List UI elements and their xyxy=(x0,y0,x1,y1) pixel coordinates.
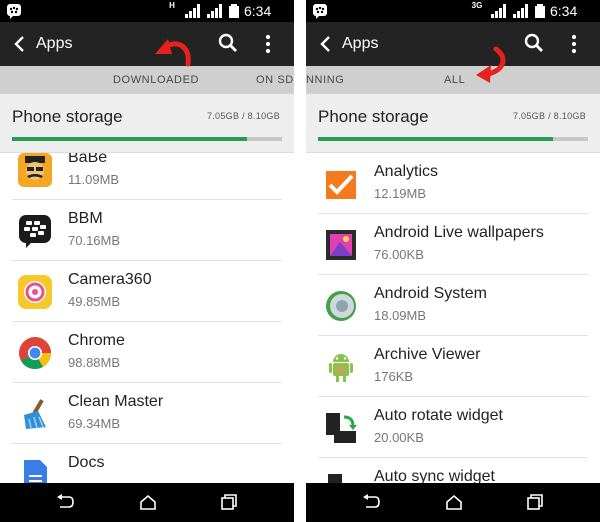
status-bar: H 6:34 PM xyxy=(0,0,294,35)
app-size: 176KB xyxy=(374,369,414,384)
app-name: Clean Master xyxy=(68,393,164,410)
recents-nav-icon[interactable] xyxy=(219,493,239,511)
back-nav-icon[interactable] xyxy=(55,493,75,511)
docs-icon xyxy=(24,460,47,483)
app-bar: Apps xyxy=(0,22,294,66)
app-list: Analytics 12.19MB Android Live wallpaper… xyxy=(306,153,600,483)
list-item[interactable]: Chrome 98.88MB xyxy=(0,322,294,383)
list-item[interactable]: Auto sync widget xyxy=(306,458,600,483)
back-nav-icon[interactable] xyxy=(361,493,381,511)
storage-progress-track xyxy=(318,137,588,141)
app-size: 20.00KB xyxy=(374,430,424,445)
back-arrow-icon[interactable] xyxy=(10,34,30,54)
app-name: Android Live wallpapers xyxy=(374,224,544,241)
app-name: Chrome xyxy=(68,332,125,349)
bbm-notification-icon xyxy=(313,4,327,19)
list-item[interactable]: Camera360 49.85MB xyxy=(0,261,294,322)
app-name: Docs xyxy=(68,454,105,471)
app-name: Archive Viewer xyxy=(374,346,481,363)
storage-progress-fill xyxy=(12,137,247,141)
home-nav-icon[interactable] xyxy=(138,493,158,511)
page-title: Apps xyxy=(36,35,73,52)
list-item[interactable]: Android System 18.09MB xyxy=(306,275,600,336)
app-size: 12.19MB xyxy=(374,186,427,201)
search-icon[interactable] xyxy=(218,33,238,53)
tab-bar: DOWNLOADED ON SD C xyxy=(0,66,294,94)
tab-on-sd-card[interactable]: ON SD C xyxy=(256,74,294,86)
tab-all[interactable]: ALL xyxy=(444,74,465,86)
search-icon[interactable] xyxy=(524,33,544,53)
signal-icon xyxy=(491,4,506,18)
list-item[interactable]: Archive Viewer 176KB xyxy=(306,336,600,397)
camera360-icon xyxy=(18,275,52,309)
storage-progress-track xyxy=(12,137,282,141)
red-curved-arrow-icon xyxy=(476,46,506,83)
android-system-icon xyxy=(326,291,356,321)
clean-master-icon xyxy=(24,399,46,429)
list-item[interactable]: Android Live wallpapers 76.00KB xyxy=(306,214,600,275)
wifi-icon xyxy=(513,4,528,18)
right-phone-screen: 3G 6:34 PM Apps NNING ALL Phone stor xyxy=(306,0,600,522)
storage-size: 7.05GB / 8.10GB xyxy=(206,111,280,121)
home-nav-icon[interactable] xyxy=(444,493,464,511)
left-phone-screen: H 6:34 PM Apps DOWNLOADED ON SD C Ph xyxy=(0,0,294,522)
analytics-icon xyxy=(326,171,356,199)
phone-storage-panel: Phone storage 7.05GB / 8.10GB xyxy=(0,94,294,153)
signal-icon xyxy=(185,4,200,18)
app-name: BBM xyxy=(68,210,103,227)
storage-size: 7.05GB / 8.10GB xyxy=(512,111,586,121)
app-name: Android System xyxy=(374,285,487,302)
back-arrow-icon[interactable] xyxy=(316,34,336,54)
app-size: 70.16MB xyxy=(68,233,121,248)
list-item[interactable]: BBM 70.16MB xyxy=(0,200,294,261)
babe-icon xyxy=(18,153,52,187)
battery-icon xyxy=(229,4,239,18)
app-size: 69.34MB xyxy=(68,416,121,431)
overflow-menu-icon[interactable] xyxy=(262,33,274,55)
status-bar: 3G 6:34 PM xyxy=(306,0,600,35)
app-name: BaBe xyxy=(68,153,108,166)
page-title: Apps xyxy=(342,35,379,52)
app-size: 11.09MB xyxy=(68,172,120,187)
tab-bar: NNING ALL xyxy=(306,66,600,94)
phone-storage-panel: Phone storage 7.05GB / 8.10GB xyxy=(306,94,600,153)
bbm-icon xyxy=(19,215,51,248)
tab-downloaded[interactable]: DOWNLOADED xyxy=(113,74,199,86)
app-size: 76.00KB xyxy=(374,247,424,262)
list-item[interactable]: Analytics 12.19MB xyxy=(306,153,600,214)
battery-icon xyxy=(535,4,545,18)
chrome-icon xyxy=(19,337,52,370)
network-type: H xyxy=(169,1,175,10)
list-item[interactable]: Auto rotate widget 20.00KB xyxy=(306,397,600,458)
red-curved-arrow-icon xyxy=(155,39,191,67)
wifi-icon xyxy=(207,4,222,18)
overflow-menu-icon[interactable] xyxy=(568,33,580,55)
recents-nav-icon[interactable] xyxy=(525,493,545,511)
tab-running[interactable]: NNING xyxy=(306,74,344,86)
app-name: Camera360 xyxy=(68,271,152,288)
app-list: BaBe 11.09MB BBM 70.16MB Camera360 49.85… xyxy=(0,153,294,483)
navigation-bar xyxy=(0,483,294,522)
bbm-notification-icon xyxy=(7,4,21,19)
app-name: Auto sync widget xyxy=(374,468,495,483)
auto-sync-icon xyxy=(328,474,342,483)
list-item[interactable]: Docs xyxy=(0,444,294,483)
app-name: Auto rotate widget xyxy=(374,407,503,424)
live-wallpapers-icon xyxy=(326,230,356,260)
storage-label: Phone storage xyxy=(318,107,429,126)
app-size: 98.88MB xyxy=(68,355,121,370)
navigation-bar xyxy=(306,483,600,522)
app-size: 18.09MB xyxy=(374,308,427,323)
list-item[interactable]: Clean Master 69.34MB xyxy=(0,383,294,444)
network-type: 3G xyxy=(471,1,483,10)
storage-progress-fill xyxy=(318,137,553,141)
storage-label: Phone storage xyxy=(12,107,123,126)
auto-rotate-icon xyxy=(326,413,357,443)
app-size: 49.85MB xyxy=(68,294,121,309)
archive-viewer-icon xyxy=(329,354,353,382)
app-name: Analytics xyxy=(374,163,439,180)
app-bar: Apps xyxy=(306,22,600,66)
list-item[interactable]: BaBe 11.09MB xyxy=(0,153,294,200)
